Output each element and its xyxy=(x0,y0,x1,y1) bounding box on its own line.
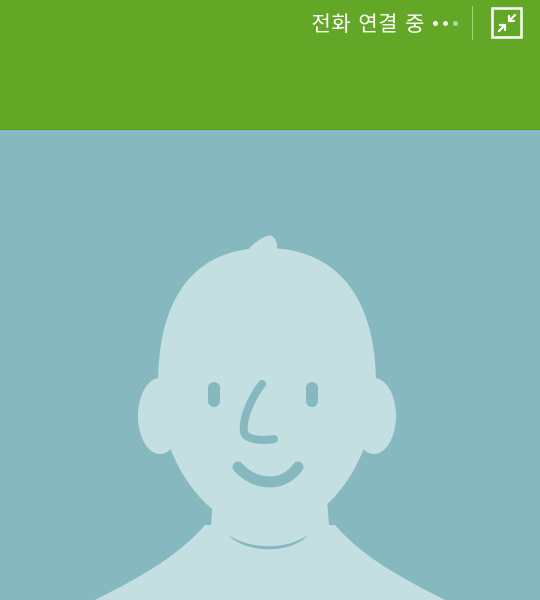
default-avatar-icon xyxy=(95,235,445,600)
header-divider xyxy=(472,6,473,40)
connecting-dots-icon xyxy=(433,20,458,26)
call-status-group: 전화 연결 중 xyxy=(312,0,540,46)
call-status-text: 전화 연결 중 xyxy=(311,12,425,36)
minimize-icon xyxy=(491,7,523,39)
minimize-button[interactable] xyxy=(491,7,523,39)
caller-photo-area xyxy=(0,130,540,600)
call-screen: 전화 연결 중 xyxy=(0,0,540,600)
connecting-dot xyxy=(453,20,458,26)
connecting-dot xyxy=(433,20,438,26)
connecting-dot xyxy=(443,20,448,26)
call-header: 전화 연결 중 xyxy=(0,0,540,130)
